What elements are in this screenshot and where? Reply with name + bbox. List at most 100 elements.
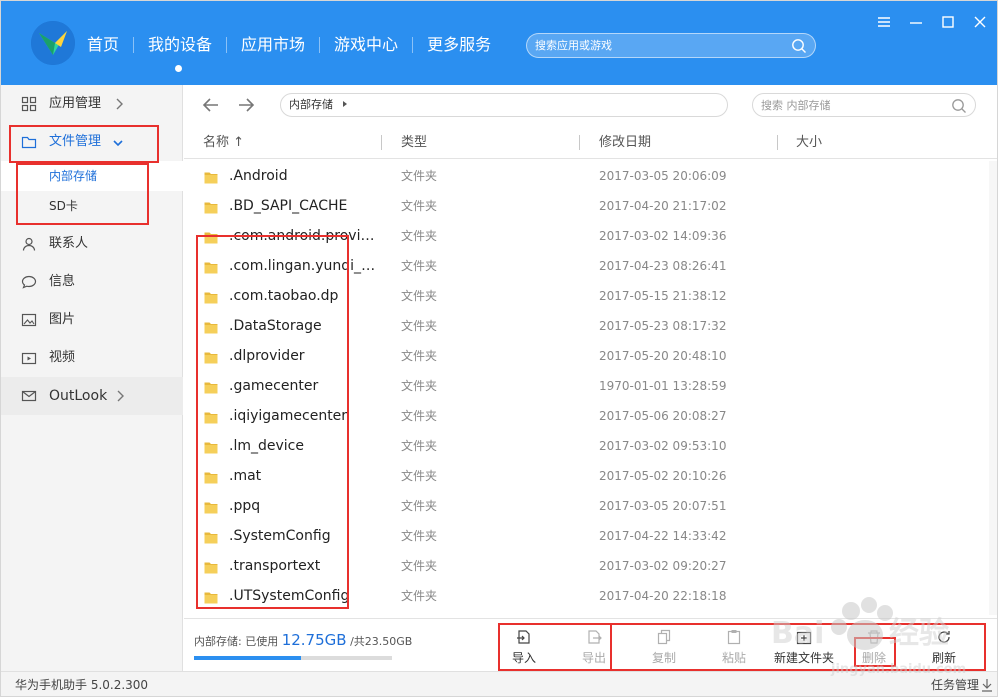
sidebar-item-file-management[interactable]: 文件管理 — [1, 123, 183, 161]
table-row[interactable]: .DataStorage 文件夹 2017-05-23 08:17:32 — [184, 311, 997, 341]
paste-icon — [726, 629, 742, 645]
file-browser: 内部存储 名称 ↑ 类型 修改日期 大小 .Android 文件夹 2017-03-… — [184, 85, 997, 671]
column-header-size[interactable]: 大小 — [796, 135, 822, 151]
nav-more-services[interactable]: 更多服务 — [413, 33, 505, 57]
table-row[interactable]: .com.lingan.yunqi_bi... 文件夹 2017-04-23 08:… — [184, 251, 997, 281]
download-icon[interactable] — [981, 678, 993, 692]
back-arrow-icon[interactable] — [201, 95, 221, 115]
column-header-type[interactable]: 类型 — [401, 135, 427, 151]
copy-button[interactable]: 复制 — [634, 627, 694, 667]
maximize-icon[interactable] — [939, 13, 957, 31]
folder-icon — [204, 259, 218, 274]
storage-used: 12.75GB — [281, 631, 347, 649]
forward-arrow-icon[interactable] — [236, 95, 256, 115]
file-type: 文件夹 — [401, 559, 438, 573]
column-header-name[interactable]: 名称 ↑ — [203, 135, 244, 151]
folder-icon — [204, 469, 218, 484]
column-divider[interactable] — [777, 135, 778, 150]
file-name[interactable]: .DataStorage — [229, 317, 379, 335]
vertical-scrollbar[interactable] — [989, 161, 997, 615]
sidebar-item-pictures[interactable]: 图片 — [1, 301, 183, 339]
search-icon[interactable] — [791, 38, 807, 58]
contact-icon — [21, 236, 37, 252]
table-row[interactable]: .com.taobao.dp 文件夹 2017-05-15 21:38:12 — [184, 281, 997, 311]
sidebar-item-label: OutLook — [49, 388, 108, 404]
table-row[interactable]: .UTSystemConfig 文件夹 2017-04-20 22:18:18 — [184, 581, 997, 611]
window-controls — [875, 13, 989, 31]
breadcrumb[interactable]: 内部存储 — [280, 93, 728, 117]
delete-button[interactable]: 删除 — [844, 627, 904, 667]
table-row[interactable]: .dlprovider 文件夹 2017-05-20 20:48:10 — [184, 341, 997, 371]
file-name[interactable]: .dlprovider — [229, 347, 379, 365]
file-name[interactable]: .lm_device — [229, 437, 379, 455]
sidebar-item-label: 视频 — [49, 350, 76, 365]
table-row[interactable]: .BD_SAPI_CACHE 文件夹 2017-04-20 21:17:02 — [184, 191, 997, 221]
file-name[interactable]: .ppq — [229, 497, 379, 515]
app-search-input[interactable] — [535, 34, 785, 57]
folder-icon — [204, 349, 218, 364]
menu-icon[interactable] — [875, 13, 893, 31]
table-row[interactable]: .iqiyigamecenter 文件夹 2017-05-06 20:08:27 — [184, 401, 997, 431]
file-modified-date: 2017-05-06 20:08:27 — [599, 409, 727, 423]
search-icon[interactable] — [951, 98, 967, 118]
breadcrumb-arrow-icon[interactable] — [343, 101, 347, 107]
app-search-box[interactable] — [526, 33, 816, 58]
sidebar-subitem-sd-card[interactable]: SD卡 — [1, 191, 183, 221]
sidebar-item-contacts[interactable]: 联系人 — [1, 225, 183, 263]
file-modified-date: 2017-04-20 21:17:02 — [599, 199, 727, 213]
folder-icon — [204, 289, 218, 304]
nav-app-market[interactable]: 应用市场 — [227, 33, 319, 57]
column-divider[interactable] — [381, 135, 382, 150]
nav-game-center[interactable]: 游戏中心 — [320, 33, 412, 57]
file-name[interactable]: .com.lingan.yunqi_bi... — [229, 257, 379, 275]
folder-icon — [204, 229, 218, 244]
table-row[interactable]: .Android 文件夹 2017-03-05 20:06:09 — [184, 161, 997, 191]
paste-button[interactable]: 粘贴 — [704, 627, 764, 667]
file-name[interactable]: .iqiyigamecenter — [229, 407, 379, 425]
file-list: .Android 文件夹 2017-03-05 20:06:09 .BD_SAPI_C… — [184, 161, 997, 615]
video-icon — [21, 350, 37, 366]
table-row[interactable]: .ppq 文件夹 2017-03-05 20:07:51 — [184, 491, 997, 521]
table-row[interactable]: .com.android.provid... 文件夹 2017-03-02 14:0… — [184, 221, 997, 251]
task-manager-button[interactable]: 任务管理 — [931, 678, 979, 692]
file-type: 文件夹 — [401, 289, 438, 303]
table-row[interactable]: .gamecenter 文件夹 1970-01-01 13:28:59 — [184, 371, 997, 401]
nav-my-device[interactable]: 我的设备 — [134, 33, 226, 57]
file-type: 文件夹 — [401, 229, 438, 243]
file-search-box[interactable] — [752, 93, 976, 117]
file-name[interactable]: .transportext — [229, 557, 379, 575]
table-row[interactable]: .transportext 文件夹 2017-03-02 09:20:27 — [184, 551, 997, 581]
refresh-button[interactable]: 刷新 — [914, 627, 974, 667]
table-row[interactable]: .lm_device 文件夹 2017-03-02 09:53:10 — [184, 431, 997, 461]
close-icon[interactable] — [971, 13, 989, 31]
file-name[interactable]: .com.taobao.dp — [229, 287, 379, 305]
file-modified-date: 2017-03-02 14:09:36 — [599, 229, 727, 243]
file-search-input[interactable] — [761, 94, 951, 116]
file-name[interactable]: .UTSystemConfig — [229, 587, 379, 605]
minimize-icon[interactable] — [907, 13, 925, 31]
sidebar-item-videos[interactable]: 视频 — [1, 339, 183, 377]
file-name[interactable]: .BD_SAPI_CACHE — [229, 197, 379, 215]
file-type: 文件夹 — [401, 319, 438, 333]
table-row[interactable]: .mat 文件夹 2017-05-02 20:10:26 — [184, 461, 997, 491]
header-bar: 首页 我的设备 应用市场 游戏中心 更多服务 — [1, 1, 997, 85]
file-name[interactable]: .com.android.provid... — [229, 227, 379, 245]
breadcrumb-item[interactable]: 内部存储 — [289, 98, 333, 112]
sidebar-subitem-internal-storage[interactable]: 内部存储 — [1, 161, 183, 191]
export-button[interactable]: 导出 — [564, 627, 624, 667]
import-icon — [516, 629, 532, 645]
import-button[interactable]: 导入 — [494, 627, 554, 667]
column-divider[interactable] — [579, 135, 580, 150]
file-name[interactable]: .mat — [229, 467, 379, 485]
file-name[interactable]: .Android — [229, 167, 379, 185]
nav-home[interactable]: 首页 — [87, 33, 133, 57]
sidebar-item-messages[interactable]: 信息 — [1, 263, 183, 301]
file-name[interactable]: .SystemConfig — [229, 527, 379, 545]
new-folder-button[interactable]: 新建文件夹 — [774, 627, 834, 667]
table-row[interactable]: .SystemConfig 文件夹 2017-04-22 14:33:42 — [184, 521, 997, 551]
sidebar-item-outlook[interactable]: OutLook — [1, 377, 183, 415]
file-name[interactable]: .gamecenter — [229, 377, 379, 395]
sidebar-item-app-management[interactable]: 应用管理 — [1, 85, 183, 123]
folder-icon — [204, 169, 218, 184]
column-header-modified[interactable]: 修改日期 — [599, 135, 651, 151]
